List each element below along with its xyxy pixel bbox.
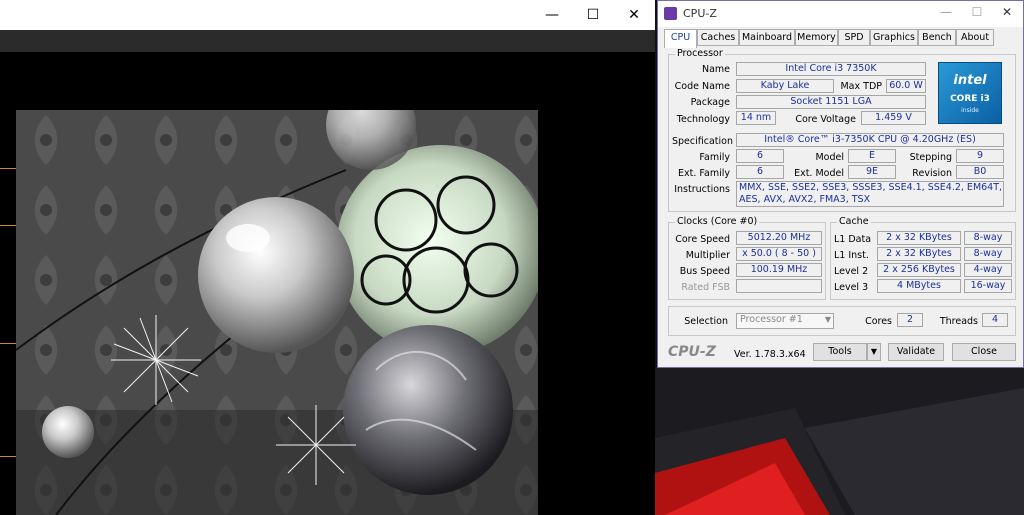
render-viewport — [16, 110, 538, 515]
tab-mainboard[interactable]: Mainboard — [739, 29, 795, 46]
validate-button[interactable]: Validate — [888, 343, 944, 361]
level3-value: 4 MBytes — [877, 279, 961, 293]
code-name-label: Code Name — [674, 81, 730, 92]
ext-model-value: 9E — [848, 165, 896, 179]
rated-fsb-value — [736, 279, 822, 293]
code-name-value: Kaby Lake — [736, 79, 834, 93]
bus-speed-label: Bus Speed — [679, 266, 730, 277]
tab-about[interactable]: About — [956, 29, 994, 46]
desktop-wallpaper — [655, 368, 1024, 515]
cpuz-version: Ver. 1.78.3.x64 — [734, 349, 806, 360]
threads-label: Threads — [939, 316, 978, 327]
stepping-label: Stepping — [909, 152, 952, 163]
ext-family-label: Ext. Family — [678, 168, 730, 179]
christmas-baubles-render — [16, 110, 538, 515]
level2-label: Level 2 — [834, 266, 869, 277]
cpuz-maximize-button[interactable]: ☐ — [966, 5, 988, 23]
close-button[interactable]: Close — [952, 343, 1016, 361]
level3-label: Level 3 — [834, 282, 869, 293]
tab-spd[interactable]: SPD — [838, 29, 870, 46]
specification-value: Intel® Core™ i3-7350K CPU @ 4.20GHz (ES) — [736, 133, 1004, 147]
model-value: E — [848, 149, 896, 163]
cores-value: 2 — [897, 313, 923, 327]
max-tdp-label: Max TDP — [840, 81, 882, 92]
render-toolbar-strip — [0, 30, 655, 52]
core-speed-value: 5012.20 MHz — [736, 231, 822, 245]
l1-inst-label: L1 Inst. — [834, 250, 869, 261]
cache-group-title: Cache — [837, 216, 871, 227]
cpuz-footer: CPU-Z Ver. 1.78.3.x64 Tools ▼ Validate C… — [658, 341, 1023, 367]
instructions-label: Instructions — [674, 184, 730, 195]
package-label: Package — [690, 97, 730, 108]
tab-bench[interactable]: Bench — [918, 29, 956, 46]
family-value: 6 — [736, 149, 784, 163]
side-panel-frame-top — [0, 168, 17, 226]
selection-label: Selection — [684, 316, 728, 327]
l1-inst-way: 8-way — [964, 247, 1012, 261]
level2-way: 4-way — [964, 263, 1012, 277]
render-window-titlebar: — ☐ ✕ — [0, 0, 655, 30]
technology-label: Technology — [676, 114, 730, 125]
processor-select[interactable]: Processor #1 ▼ — [736, 313, 834, 329]
wallpaper-graphic — [655, 368, 1024, 515]
l1-inst-value: 2 x 32 KBytes — [877, 247, 961, 261]
render-minimize-button[interactable]: — — [530, 0, 574, 30]
specification-label: Specification — [672, 136, 733, 147]
ext-model-label: Ext. Model — [794, 168, 844, 179]
intel-core-i3-logo: intel CORE i3 inside — [938, 62, 1002, 124]
tools-dropdown-icon[interactable]: ▼ — [867, 343, 881, 361]
level2-value: 2 x 256 KBytes — [877, 263, 961, 277]
tab-graphics[interactable]: Graphics — [870, 29, 918, 46]
cpuz-title: CPU-Z — [683, 7, 717, 20]
l1-data-label: L1 Data — [834, 234, 872, 245]
technology-value: 14 nm — [736, 111, 776, 125]
side-panel-frame-bottom — [0, 343, 17, 457]
name-label: Name — [701, 64, 730, 75]
model-label: Model — [815, 152, 844, 163]
revision-label: Revision — [912, 168, 952, 179]
cores-label: Cores — [865, 316, 892, 327]
cpuz-window: CPU-Z — ☐ ✕ CPU Caches Mainboard Memory … — [657, 0, 1024, 368]
level3-way: 16-way — [964, 279, 1012, 293]
stepping-value: 9 — [956, 149, 1004, 163]
cpuz-titlebar: CPU-Z — ☐ ✕ — [658, 1, 1023, 27]
l1-data-value: 2 x 32 KBytes — [877, 231, 961, 245]
instructions-value: MMX, SSE, SSE2, SSE3, SSSE3, SSE4.1, SSE… — [736, 181, 1004, 207]
tab-memory[interactable]: Memory — [795, 29, 838, 46]
core-voltage-value: 1.459 V — [861, 111, 926, 125]
cpuz-footer-brand: CPU-Z — [668, 344, 716, 360]
ext-family-value: 6 — [736, 165, 784, 179]
package-value: Socket 1151 LGA — [736, 95, 926, 109]
render-maximize-button[interactable]: ☐ — [571, 0, 615, 30]
clocks-group-title: Clocks (Core #0) — [675, 216, 760, 227]
core-speed-label: Core Speed — [675, 234, 730, 245]
cpuz-minimize-button[interactable]: — — [935, 5, 957, 23]
revision-value: B0 — [956, 165, 1004, 179]
multiplier-label: Multiplier — [685, 250, 730, 261]
tab-cpu[interactable]: CPU — [664, 29, 697, 48]
max-tdp-value: 60.0 W — [886, 79, 926, 93]
processor-group-title: Processor — [675, 48, 725, 59]
cpuz-app-icon — [664, 7, 677, 20]
tab-caches[interactable]: Caches — [697, 29, 739, 46]
multiplier-value: x 50.0 ( 8 - 50 ) — [736, 247, 822, 261]
core-voltage-label: Core Voltage — [795, 114, 856, 125]
family-label: Family — [699, 152, 730, 163]
chevron-down-icon: ▼ — [824, 315, 831, 324]
render-close-button[interactable]: ✕ — [612, 0, 655, 30]
processor-select-value: Processor #1 — [740, 314, 803, 325]
bus-speed-value: 100.19 MHz — [736, 263, 822, 277]
tools-button[interactable]: Tools — [813, 343, 867, 361]
render-window: — ☐ ✕ — [0, 0, 655, 515]
rated-fsb-label: Rated FSB — [681, 282, 730, 293]
l1-data-way: 8-way — [964, 231, 1012, 245]
name-value: Intel Core i3 7350K — [736, 62, 926, 76]
threads-value: 4 — [982, 313, 1008, 327]
cpuz-close-button[interactable]: ✕ — [996, 5, 1018, 23]
